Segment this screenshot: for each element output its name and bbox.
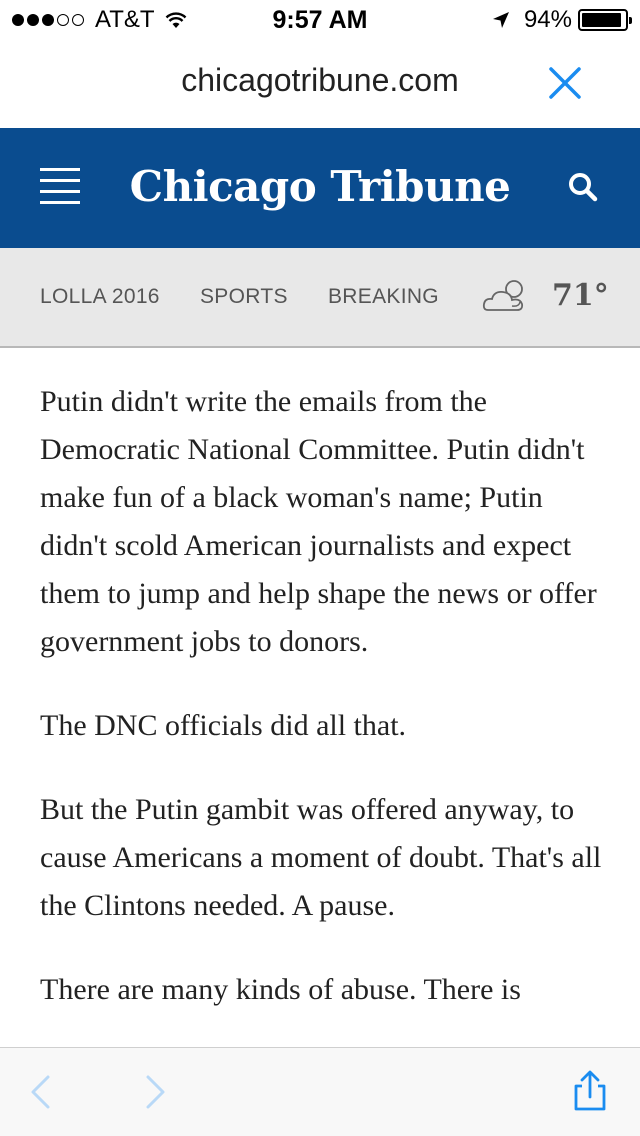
browser-screen: AT&T 9:57 AM 94% chicagotribune.com Chic… [0,0,640,1136]
site-logo[interactable]: Chicago Tribune [0,162,640,211]
section-nav: LOLLA 2016 SPORTS BREAKING 71° [0,248,640,348]
url-bar: chicagotribune.com [0,40,640,128]
nav-item-lolla[interactable]: LOLLA 2016 [40,285,160,309]
url-domain[interactable]: chicagotribune.com [0,62,640,99]
nav-item-breaking[interactable]: BREAKING [328,285,439,309]
article-paragraph: Putin didn't write the emails from the D… [40,385,597,658]
article-paragraph: But the Putin gambit was offered anyway,… [40,793,602,922]
close-icon[interactable] [548,66,582,100]
chevron-right-icon[interactable] [142,1074,168,1110]
article-body: Putin didn't write the emails from the D… [40,378,610,1050]
battery-icon [578,9,632,31]
weather-temperature[interactable]: 71° [552,278,609,313]
battery-percent: 94% [523,6,572,33]
article-paragraph: There are many kinds of abuse. There is [40,973,521,1006]
chevron-left-icon[interactable] [28,1074,54,1110]
location-arrow-icon [492,12,509,28]
battery-fill [582,13,622,27]
nav-item-sports[interactable]: SPORTS [200,285,288,309]
share-icon[interactable] [570,1070,610,1112]
site-header: Chicago Tribune [0,128,640,248]
partly-cloudy-icon[interactable] [482,276,534,316]
status-right: 94% [492,6,632,34]
browser-toolbar [0,1047,640,1136]
article-paragraph: The DNC officials did all that. [40,709,407,742]
status-bar: AT&T 9:57 AM 94% [0,0,640,40]
search-icon[interactable] [566,170,600,204]
